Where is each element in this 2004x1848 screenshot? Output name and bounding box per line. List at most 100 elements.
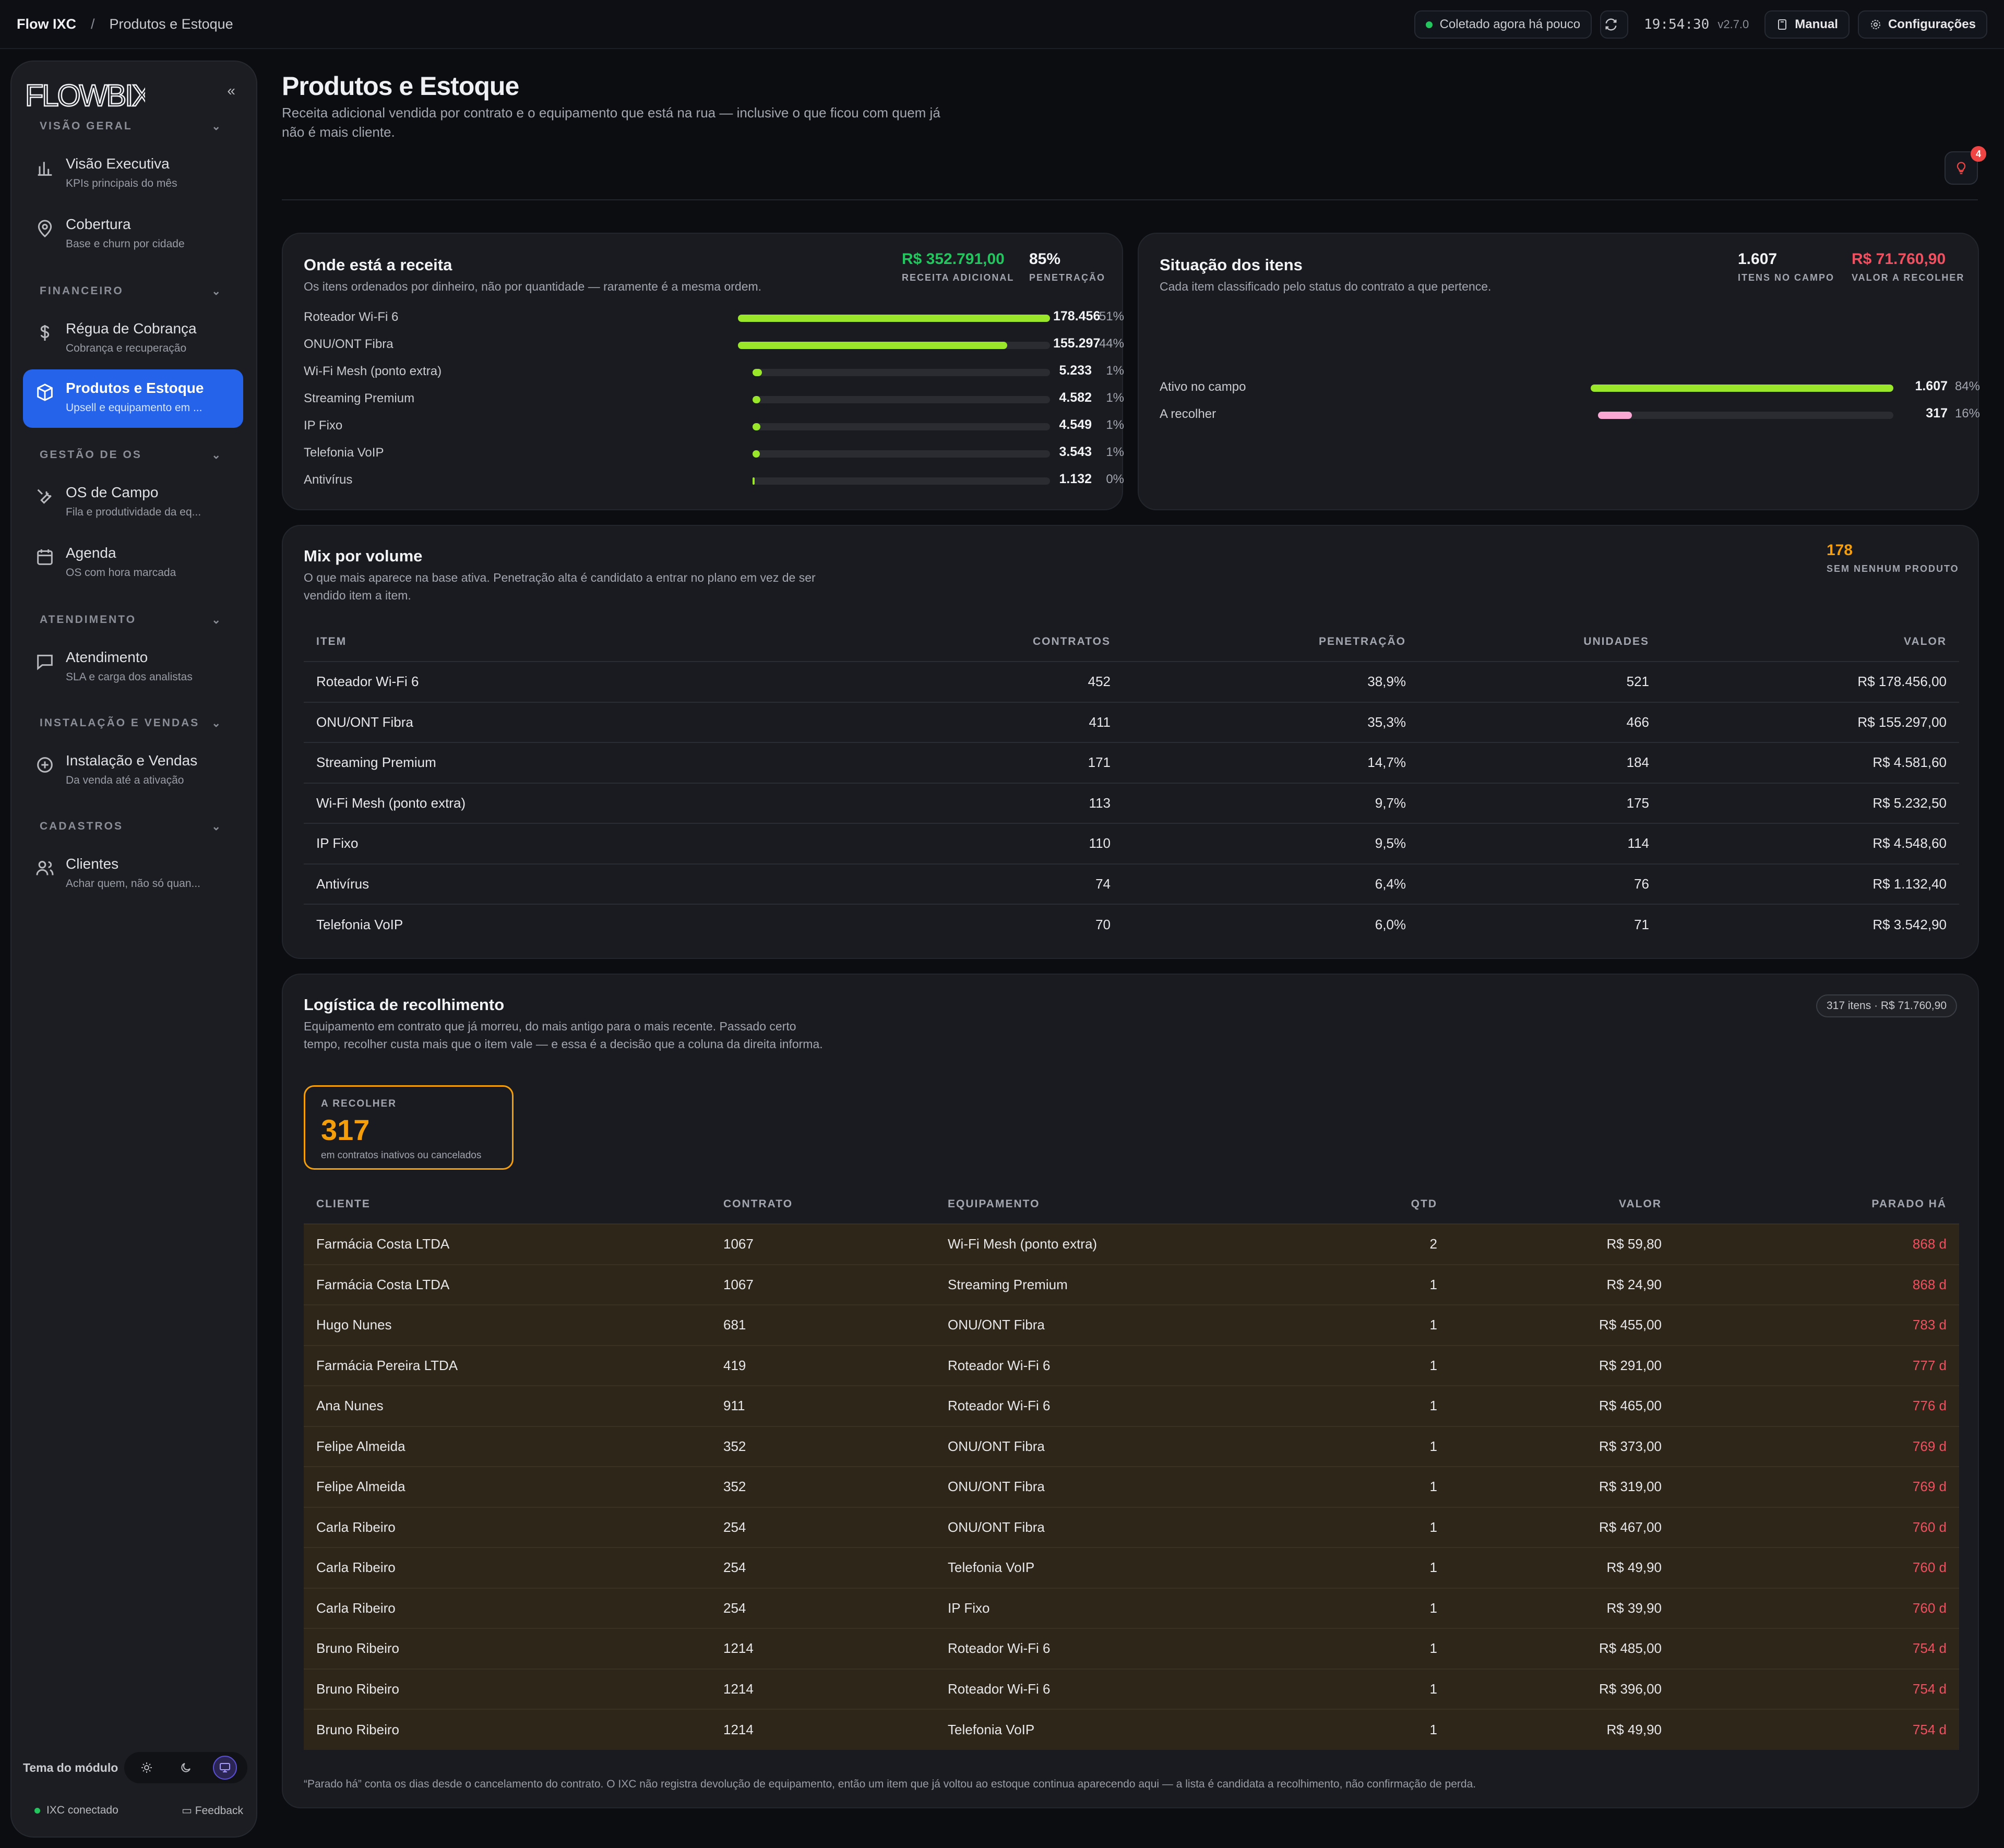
monitor-icon (219, 1763, 230, 1772)
kpi-label: SEM NENHUM PRODUTO (1827, 563, 1959, 574)
manual-button[interactable]: Manual (1764, 10, 1850, 39)
table-row[interactable]: Carla Ribeiro 254 ONU/ONT Fibra 1 R$ 467,00 7… (304, 1506, 1959, 1547)
cell-valor: R$ 319,00 (1450, 1466, 1674, 1507)
col-qtd[interactable]: QTD (1368, 1184, 1450, 1224)
cell-item: Roteador Wi-Fi 6 (304, 661, 852, 702)
sidebar-item-visao-executiva[interactable]: Visão Executiva KPIs principais do mês (23, 145, 243, 203)
table-row[interactable]: Bruno Ribeiro 1214 Roteador Wi-Fi 6 1 R$ 396… (304, 1668, 1959, 1709)
section-atendimento[interactable]: ATENDIMENTO ⌄ (40, 614, 228, 626)
table-row[interactable]: Roteador Wi-Fi 6 452 38,9% 521 R$ 178.456,00 (304, 661, 1959, 702)
divider (282, 199, 1978, 200)
cell-contratos: 452 (852, 661, 1123, 702)
sidebar-item-regua-cobranca[interactable]: Régua de Cobrança Cobrança e recuperação (23, 310, 243, 368)
kpi-value: 178 (1827, 542, 1853, 559)
page-title: Produtos e Estoque (282, 71, 519, 101)
table-row[interactable]: Carla Ribeiro 254 Telefonia VoIP 1 R$ 49,90 7… (304, 1547, 1959, 1588)
alerts-count-badge: 4 (1971, 146, 1986, 162)
sidebar-item-agenda[interactable]: Agenda OS com hora marcada (23, 534, 243, 593)
theme-system-button[interactable] (212, 1756, 237, 1780)
revenue-bar-row: Streaming Premium 4.582 1% (304, 389, 1124, 410)
sidebar-item-instalacao-vendas[interactable]: Instalação e Vendas Da venda até a ativa… (23, 742, 243, 800)
col-contratos[interactable]: CONTRATOS (852, 622, 1123, 662)
table-row[interactable]: Antivírus 74 6,4% 76 R$ 1.132,40 (304, 863, 1959, 904)
settings-button[interactable]: Configurações (1857, 10, 1987, 39)
cell-cliente: Farmácia Pereira LTDA (304, 1345, 711, 1386)
cell-valor: R$ 59,80 (1450, 1223, 1674, 1265)
col-parado-ha[interactable]: PARADO HÁ (1674, 1184, 1959, 1224)
col-item[interactable]: ITEM (304, 622, 852, 662)
cell-contrato: 352 (711, 1425, 935, 1467)
bar-label: Ativo no campo (1160, 380, 1246, 394)
table-row[interactable]: Telefonia VoIP 70 6,0% 71 R$ 3.542,90 (304, 904, 1959, 945)
cell-unidades: 71 (1418, 904, 1662, 945)
sidebar-item-atendimento[interactable]: Atendimento SLA e carga dos analistas (23, 639, 243, 697)
section-instalacao-vendas[interactable]: INSTALAÇÃO E VENDAS ⌄ (40, 717, 228, 729)
table-row[interactable]: Farmácia Costa LTDA 1067 Wi-Fi Mesh (ponto… (304, 1223, 1959, 1265)
cell-contrato: 1214 (711, 1709, 935, 1750)
cell-valor: R$ 39,90 (1450, 1587, 1674, 1628)
col-penetracao[interactable]: PENETRAÇÃO (1123, 622, 1418, 662)
box-label: A RECOLHER (321, 1098, 397, 1109)
section-financeiro[interactable]: FINANCEIRO ⌄ (40, 285, 228, 297)
cell-qtd: 2 (1368, 1223, 1450, 1265)
refresh-button[interactable] (1600, 10, 1629, 39)
table-row[interactable]: Streaming Premium 171 14,7% 184 R$ 4.581,60 (304, 742, 1959, 783)
feedback-button[interactable]: ▭ Feedback (182, 1804, 243, 1817)
bar-percent: 1% (1106, 364, 1124, 378)
section-cadastros[interactable]: CADASTROS ⌄ (40, 820, 228, 833)
table-row[interactable]: ONU/ONT Fibra 411 35,3% 466 R$ 155.297,00 (304, 701, 1959, 742)
table-row[interactable]: Farmácia Costa LTDA 1067 Streaming Premium… (304, 1264, 1959, 1305)
table-row[interactable]: Farmácia Pereira LTDA 419 Roteador Wi-Fi 6… (304, 1345, 1959, 1386)
col-contrato[interactable]: CONTRATO (711, 1184, 935, 1224)
bar-fill (753, 369, 762, 376)
cell-unidades: 114 (1418, 823, 1662, 864)
kpi-value: R$ 352.791,00 (902, 250, 1005, 268)
table-row[interactable]: Bruno Ribeiro 1214 Telefonia VoIP 1 R$ 49,90… (304, 1709, 1959, 1750)
chevron-down-icon: ⌄ (211, 285, 222, 297)
col-equipamento[interactable]: EQUIPAMENTO (935, 1184, 1368, 1224)
logistics-table: CLIENTE CONTRATO EQUIPAMENTO QTD VALOR P… (304, 1184, 1959, 1750)
table-row[interactable]: IP Fixo 110 9,5% 114 R$ 4.548,60 (304, 823, 1959, 864)
col-unidades[interactable]: UNIDADES (1418, 622, 1662, 662)
bar-track (738, 342, 1050, 349)
collapse-sidebar-button[interactable]: « (227, 82, 235, 99)
theme-dark-button[interactable] (174, 1756, 198, 1780)
col-valor[interactable]: VALOR (1450, 1184, 1674, 1224)
users-icon (36, 861, 54, 875)
table-row[interactable]: Felipe Almeida 352 ONU/ONT Fibra 1 R$ 319,00… (304, 1466, 1959, 1507)
col-valor[interactable]: VALOR (1662, 622, 1959, 662)
sidebar-item-cobertura[interactable]: Cobertura Base e churn por cidade (23, 206, 243, 264)
table-row[interactable]: Hugo Nunes 681 ONU/ONT Fibra 1 R$ 455,00 783 … (304, 1304, 1959, 1346)
app-brand[interactable]: Flow IXC (17, 16, 76, 32)
bar-value: 155.297 (1053, 336, 1101, 351)
bar-track (753, 477, 1050, 485)
nav-title: Instalação e Vendas (66, 752, 198, 769)
feedback-icon: ▭ (182, 1805, 195, 1817)
cell-qtd: 1 (1368, 1628, 1450, 1669)
table-row[interactable]: Carla Ribeiro 254 IP Fixo 1 R$ 39,90 760 d (304, 1587, 1959, 1628)
box-subtitle: em contratos inativos ou cancelados (321, 1150, 482, 1161)
table-header: ITEM CONTRATOS PENETRAÇÃO UNIDADES VALOR (304, 622, 1959, 662)
cell-contratos: 113 (852, 782, 1123, 823)
bar-label: IP Fixo (304, 418, 343, 433)
table-row[interactable]: Bruno Ribeiro 1214 Roteador Wi-Fi 6 1 R$ 485… (304, 1628, 1959, 1669)
section-visao-geral[interactable]: VISÃO GERAL ⌄ (40, 120, 228, 133)
col-cliente[interactable]: CLIENTE (304, 1184, 711, 1224)
logo[interactable]: FLOWBIX (25, 75, 145, 117)
sidebar-item-os-campo[interactable]: OS de Campo Fila e produtividade da eq..… (23, 474, 243, 532)
table-row[interactable]: Ana Nunes 911 Roteador Wi-Fi 6 1 R$ 465,00 77… (304, 1385, 1959, 1426)
bar-fill (1591, 385, 1893, 392)
table-row[interactable]: Wi-Fi Mesh (ponto extra) 113 9,7% 175 R$ 5.2… (304, 782, 1959, 823)
section-label: INSTALAÇÃO E VENDAS (40, 717, 200, 729)
table-row[interactable]: Felipe Almeida 352 ONU/ONT Fibra 1 R$ 373,00… (304, 1425, 1959, 1467)
sidebar-item-produtos-estoque[interactable]: Produtos e Estoque Upsell e equipamento … (23, 369, 243, 428)
nav-subtitle: SLA e carga dos analistas (66, 671, 193, 683)
cell-contrato: 254 (711, 1506, 935, 1547)
sidebar-item-clientes[interactable]: Clientes Achar quem, não só quan... (23, 845, 243, 904)
theme-light-button[interactable] (135, 1756, 159, 1780)
bar-value: 4.549 (1059, 417, 1092, 432)
table-header: CLIENTE CONTRATO EQUIPAMENTO QTD VALOR P… (304, 1184, 1959, 1224)
box-value: 317 (321, 1113, 370, 1146)
bar-track (753, 450, 1050, 458)
section-gestao-os[interactable]: GESTÃO DE OS ⌄ (40, 449, 228, 461)
